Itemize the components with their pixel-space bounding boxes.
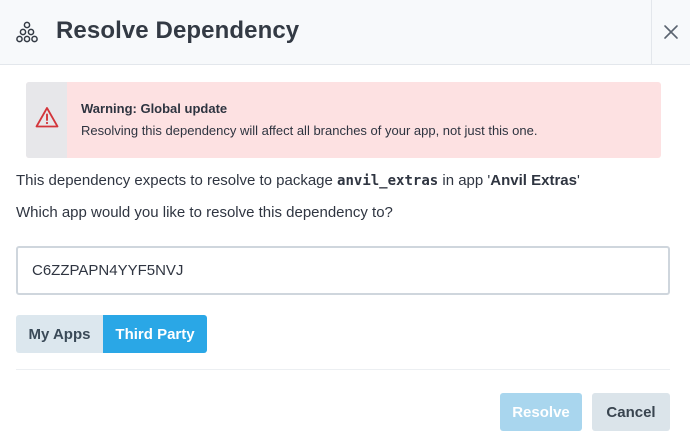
warning-icon-panel <box>26 82 67 158</box>
warning-banner: Warning: Global update Resolving this de… <box>26 82 661 158</box>
description-middle: in app ' <box>438 172 491 189</box>
close-icon <box>664 25 678 39</box>
app-name: Anvil Extras <box>490 172 577 189</box>
app-source-toggle: My Apps Third Party <box>16 315 207 353</box>
warning-message: Resolving this dependency will affect al… <box>81 123 538 138</box>
package-name: anvil_extras <box>337 173 439 189</box>
resolve-question: Which app would you like to resolve this… <box>16 204 393 221</box>
cancel-button[interactable]: Cancel <box>592 393 670 431</box>
description-prefix: This dependency expects to resolve to pa… <box>16 172 338 189</box>
description-suffix: ' <box>576 172 580 189</box>
dialog-header: Resolve Dependency <box>0 0 690 65</box>
dialog-title: Resolve Dependency <box>56 17 300 44</box>
my-apps-tab[interactable]: My Apps <box>16 315 103 353</box>
dependency-description: This dependency expects to resolve to pa… <box>16 172 580 189</box>
third-party-tab[interactable]: Third Party <box>103 315 207 353</box>
warning-triangle-icon <box>35 107 59 128</box>
footer-divider <box>16 369 670 370</box>
dependency-tree-icon <box>16 21 38 43</box>
warning-title: Warning: Global update <box>81 101 228 116</box>
resolve-dependency-dialog: Resolve Dependency Warning: Global updat… <box>0 0 690 447</box>
resolve-button[interactable]: Resolve <box>500 393 582 431</box>
app-id-input[interactable] <box>16 246 670 295</box>
close-button[interactable] <box>651 0 690 64</box>
